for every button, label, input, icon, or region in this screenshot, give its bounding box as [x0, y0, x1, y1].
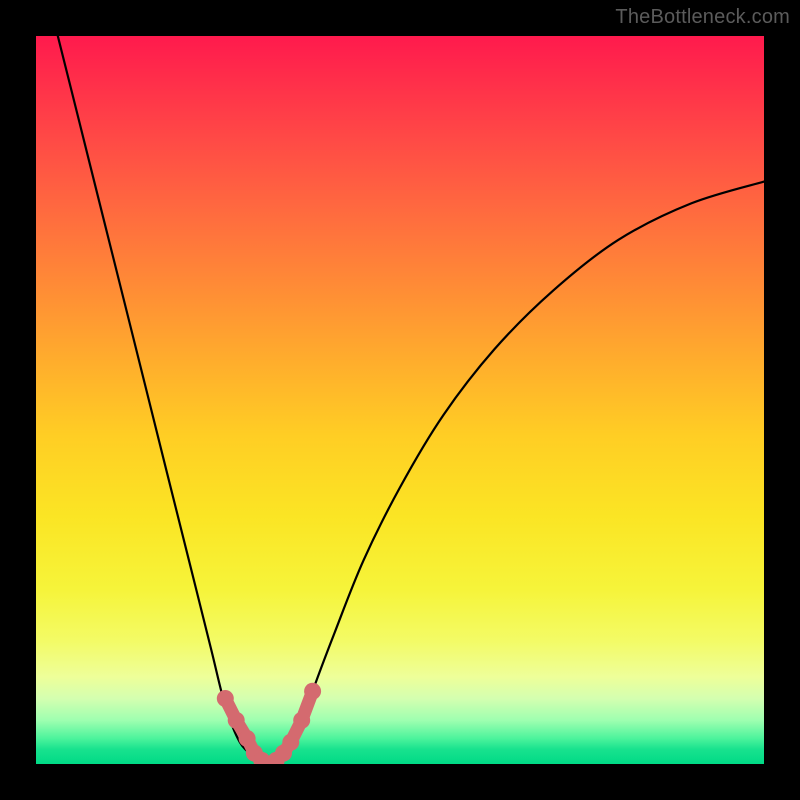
marker-dot — [239, 730, 256, 747]
bottleneck-curve-svg — [36, 36, 764, 764]
chart-frame: TheBottleneck.com — [0, 0, 800, 800]
marker-dot — [282, 734, 299, 751]
marker-dot — [293, 712, 310, 729]
marker-dot — [217, 690, 234, 707]
marker-dot — [304, 683, 321, 700]
watermark-text: TheBottleneck.com — [615, 6, 790, 29]
bottleneck-curve — [58, 36, 764, 764]
marker-dot — [228, 712, 245, 729]
plot-area — [36, 36, 764, 764]
highlighted-points — [217, 683, 321, 764]
